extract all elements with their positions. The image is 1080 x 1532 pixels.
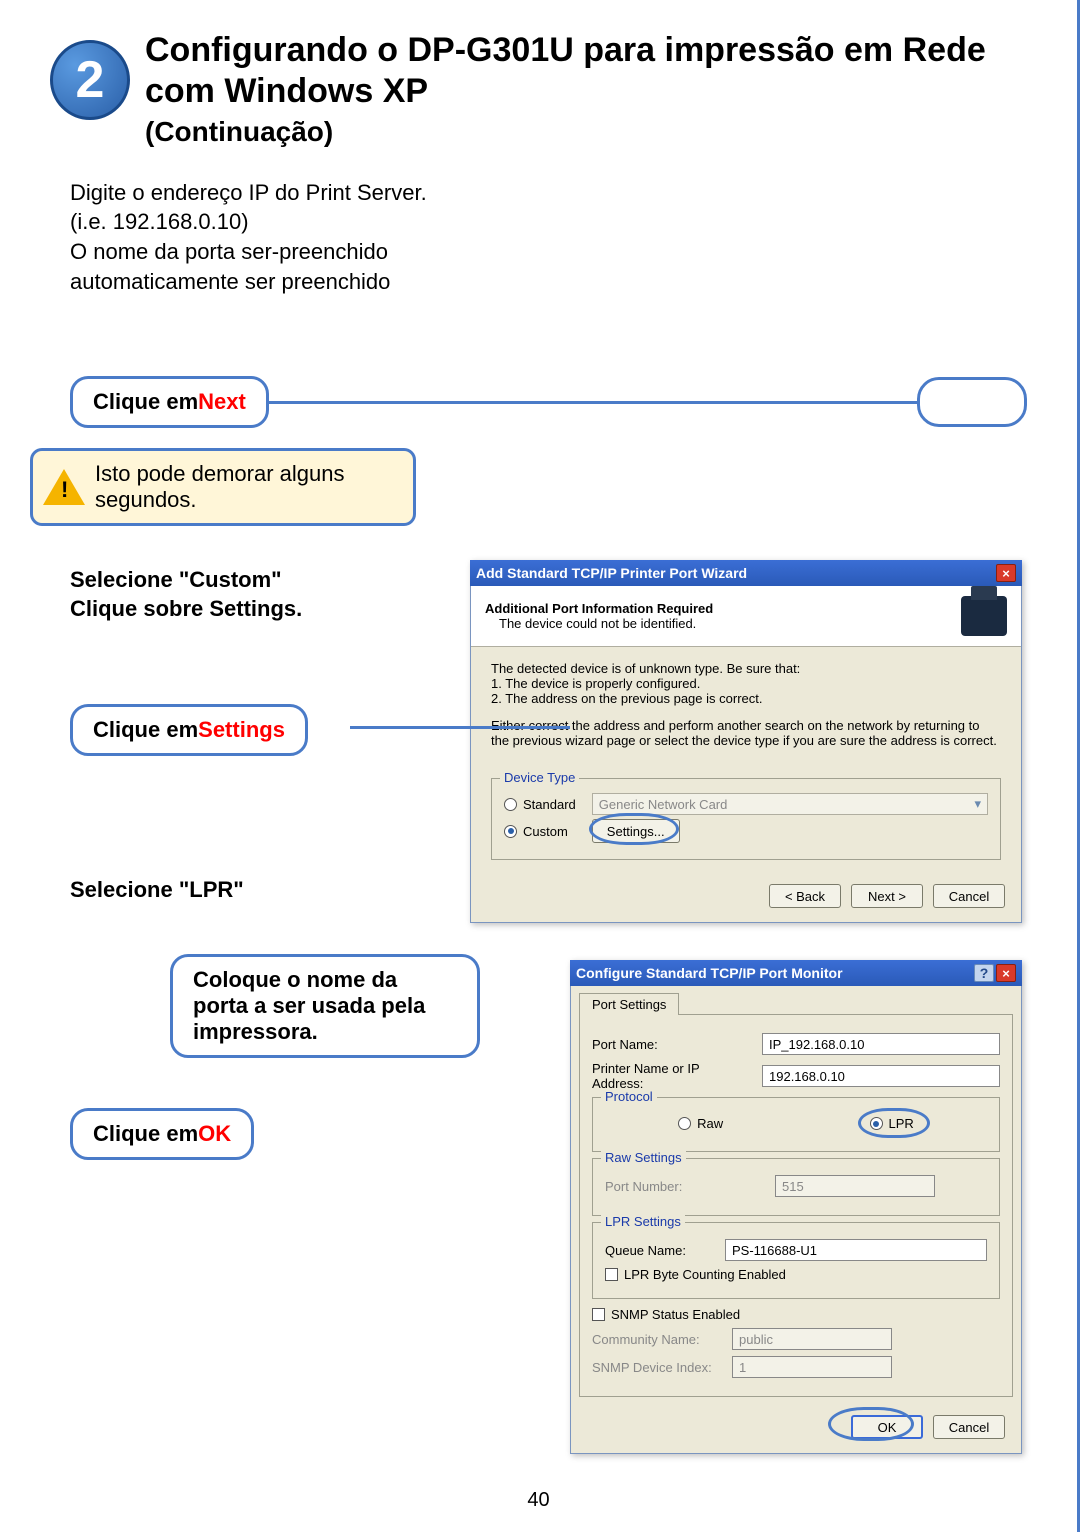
device-type-select[interactable]: Generic Network Card ▾ xyxy=(592,793,988,815)
callout-red-settings: Settings xyxy=(198,717,285,743)
callout-queue-name: Coloque o nome da porta a ser usada pela… xyxy=(170,954,480,1058)
lpr-settings-legend: LPR Settings xyxy=(601,1214,685,1229)
wizard-dialog: Add Standard TCP/IP Printer Port Wizard … xyxy=(470,560,1022,923)
callout-click-next: Clique em Next xyxy=(70,376,269,428)
callout-label: Clique em xyxy=(93,717,198,743)
settings-button[interactable]: Settings... xyxy=(592,819,680,843)
queue-name-label: Queue Name: xyxy=(605,1243,715,1258)
snmp-index-input: 1 xyxy=(732,1356,892,1378)
port-monitor-dialog: Configure Standard TCP/IP Port Monitor ?… xyxy=(570,960,1022,1454)
callout-click-ok: Clique em OK xyxy=(70,1108,254,1160)
back-button[interactable]: < Back xyxy=(769,884,841,908)
printer-addr-input[interactable]: 192.168.0.10 xyxy=(762,1065,1000,1087)
page-header: 2 Configurando o DP-G301U para impressão… xyxy=(50,30,1027,148)
wizard-header-bold: Additional Port Information Required xyxy=(485,601,713,616)
empty-highlight-oval xyxy=(917,377,1027,427)
help-icon[interactable]: ? xyxy=(974,964,994,982)
queue-name-input[interactable]: PS-116688-U1 xyxy=(725,1239,987,1261)
snmp-index-label: SNMP Device Index: xyxy=(592,1360,722,1375)
page-subtitle: (Continuação) xyxy=(145,116,1027,148)
radio-custom[interactable] xyxy=(504,825,517,838)
radio-lpr[interactable] xyxy=(870,1117,883,1130)
snmp-enabled-label: SNMP Status Enabled xyxy=(611,1307,740,1322)
protocol-legend: Protocol xyxy=(601,1089,657,1104)
connector-line xyxy=(269,401,917,404)
wizard-header-sub: The device could not be identified. xyxy=(485,616,713,631)
radio-standard-label: Standard xyxy=(523,797,576,812)
wizard-body-line1: The detected device is of unknown type. … xyxy=(491,661,1001,676)
snmp-enabled-checkbox[interactable] xyxy=(592,1308,605,1321)
chevron-down-icon: ▾ xyxy=(974,796,981,812)
port-name-input[interactable]: IP_192.168.0.10 xyxy=(762,1033,1000,1055)
lpr-byte-checkbox[interactable] xyxy=(605,1268,618,1281)
port-name-label: Port Name: xyxy=(592,1037,752,1052)
close-icon[interactable]: × xyxy=(996,564,1016,582)
raw-port-input: 515 xyxy=(775,1175,935,1197)
warning-icon: ! xyxy=(43,469,85,505)
radio-raw-label: Raw xyxy=(697,1116,723,1131)
device-type-legend: Device Type xyxy=(500,770,579,785)
radio-standard[interactable] xyxy=(504,798,517,811)
ok-button[interactable]: OK xyxy=(851,1415,923,1439)
callout-label: Clique em xyxy=(93,389,198,415)
intro-text: Digite o endereço IP do Print Server. (i… xyxy=(70,178,430,297)
callout-red-next: Next xyxy=(198,389,246,415)
wizard-body-line2: Either correct the address and perform a… xyxy=(491,718,1001,748)
raw-settings-legend: Raw Settings xyxy=(601,1150,686,1165)
warning-text: Isto pode demorar alguns segundos. xyxy=(95,461,395,513)
callout-click-settings: Clique em Settings xyxy=(70,704,308,756)
warning-callout: ! Isto pode demorar alguns segundos. xyxy=(30,448,416,526)
tab-port-settings[interactable]: Port Settings xyxy=(579,993,679,1015)
port-monitor-title: Configure Standard TCP/IP Port Monitor xyxy=(576,965,843,981)
port-monitor-titlebar: Configure Standard TCP/IP Port Monitor ?… xyxy=(570,960,1022,986)
wizard-title: Add Standard TCP/IP Printer Port Wizard xyxy=(476,565,747,581)
radio-lpr-label: LPR xyxy=(889,1116,914,1131)
next-button[interactable]: Next > xyxy=(851,884,923,908)
community-label: Community Name: xyxy=(592,1332,722,1347)
wizard-titlebar: Add Standard TCP/IP Printer Port Wizard … xyxy=(470,560,1022,586)
callout-red-ok: OK xyxy=(198,1121,231,1147)
cancel-button[interactable]: Cancel xyxy=(933,884,1005,908)
wizard-body-bullet1: 1. The device is properly configured. xyxy=(491,676,1001,691)
cancel-button[interactable]: Cancel xyxy=(933,1415,1005,1439)
callout-queue-text: Coloque o nome da porta a ser usada pela… xyxy=(193,967,425,1044)
page-number: 40 xyxy=(0,1489,1077,1512)
wizard-body-bullet2: 2. The address on the previous page is c… xyxy=(491,691,1001,706)
raw-port-label: Port Number: xyxy=(605,1179,765,1194)
close-icon[interactable]: × xyxy=(996,964,1016,982)
community-input: public xyxy=(732,1328,892,1350)
printer-icon xyxy=(961,596,1007,636)
page-title: Configurando o DP-G301U para impressão e… xyxy=(145,30,1027,112)
lpr-byte-label: LPR Byte Counting Enabled xyxy=(624,1267,786,1282)
step-number-badge: 2 xyxy=(50,40,130,120)
radio-raw[interactable] xyxy=(678,1117,691,1130)
callout-label: Clique em xyxy=(93,1121,198,1147)
device-type-select-value: Generic Network Card xyxy=(599,797,728,812)
radio-custom-label: Custom xyxy=(523,824,568,839)
printer-addr-label: Printer Name or IP Address: xyxy=(592,1061,752,1091)
